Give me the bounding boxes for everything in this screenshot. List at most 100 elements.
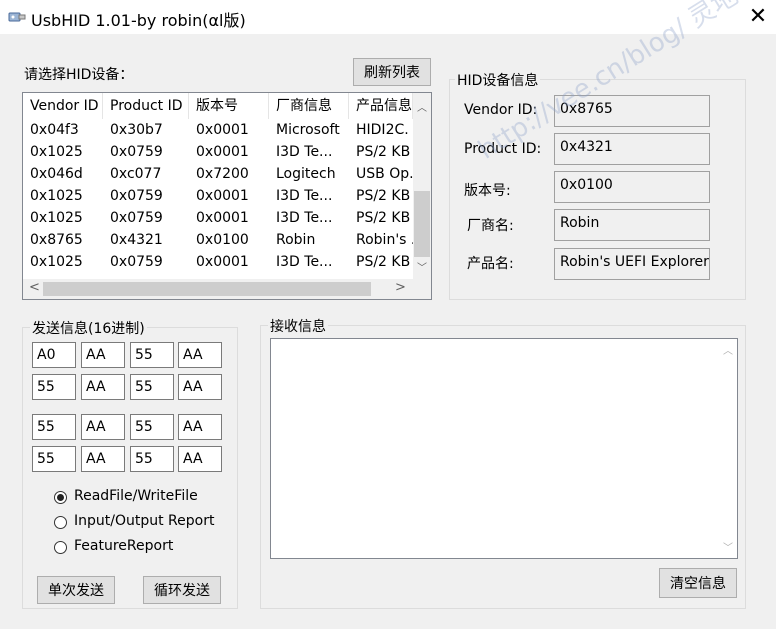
table-cell: 0x1025 bbox=[30, 144, 83, 160]
table-cell: Logitech bbox=[276, 166, 336, 182]
radio-unselected-icon[interactable] bbox=[54, 516, 67, 529]
window-title: UsbHID 1.01-by robin(αl版) bbox=[31, 11, 246, 30]
table-cell: 0x0001 bbox=[196, 210, 249, 226]
scroll-up-icon[interactable]: ︿ bbox=[417, 99, 427, 114]
table-cell: 0x1025 bbox=[30, 210, 83, 226]
hex-byte-input[interactable]: AA bbox=[178, 374, 222, 400]
table-row[interactable]: 0x1025 0x0759 0x0001 I3D Te... PS/2 KB bbox=[23, 185, 413, 207]
column-header-product-info[interactable]: 产品信息 bbox=[349, 93, 413, 119]
vendor-name-value: Robin bbox=[554, 209, 710, 241]
table-cell: PS/2 KB bbox=[356, 144, 411, 160]
hex-byte-input[interactable]: AA bbox=[81, 342, 125, 368]
product-id-value: 0x4321 bbox=[554, 133, 710, 165]
table-row[interactable]: 0x1025 0x0759 0x0001 I3D Te... PS/2 KB bbox=[23, 141, 413, 163]
scroll-left-icon[interactable]: < bbox=[29, 280, 40, 295]
table-cell: I3D Te... bbox=[276, 254, 333, 270]
table-cell: Microsoft bbox=[276, 122, 340, 138]
hex-byte-input[interactable]: AA bbox=[178, 414, 222, 440]
hex-byte-input[interactable]: 55 bbox=[32, 414, 76, 440]
loop-send-button[interactable]: 循环发送 bbox=[143, 576, 221, 604]
scroll-up-icon[interactable]: ︿ bbox=[723, 342, 733, 357]
table-cell: 0x4321 bbox=[110, 232, 163, 248]
table-row[interactable]: 0x04f3 0x30b7 0x0001 Microsoft HIDI2C. bbox=[23, 119, 413, 141]
table-cell: USB Op. bbox=[356, 166, 413, 182]
column-header-version[interactable]: 版本号 bbox=[189, 93, 269, 119]
vertical-scroll-thumb[interactable] bbox=[414, 191, 430, 257]
table-row[interactable]: 0x046d 0xc077 0x7200 Logitech USB Op. bbox=[23, 163, 413, 185]
scroll-corner bbox=[413, 279, 431, 299]
device-list[interactable]: Vendor ID Product ID 版本号 厂商信息 产品信息 0x04f… bbox=[22, 92, 432, 300]
mode-readfile-label: ReadFile/WriteFile bbox=[74, 488, 198, 504]
column-header-product-id[interactable]: Product ID bbox=[103, 93, 189, 119]
product-name-label: 产品名: bbox=[467, 256, 514, 272]
column-header-vendor-id[interactable]: Vendor ID bbox=[23, 93, 103, 119]
hex-byte-input[interactable]: 55 bbox=[130, 342, 174, 368]
table-cell: PS/2 KB bbox=[356, 210, 411, 226]
receive-vertical-scrollbar[interactable]: ︿ ﹀ bbox=[719, 339, 737, 558]
vendor-name-label: 厂商名: bbox=[467, 218, 514, 234]
table-cell: 0x30b7 bbox=[110, 122, 163, 138]
table-cell: 0x0001 bbox=[196, 122, 249, 138]
scroll-down-icon[interactable]: ﹀ bbox=[417, 259, 427, 274]
hex-byte-input[interactable]: AA bbox=[81, 414, 125, 440]
hex-byte-input[interactable]: AA bbox=[81, 374, 125, 400]
device-list-vertical-scrollbar[interactable]: ︿ ﹀ bbox=[413, 93, 431, 279]
single-send-button[interactable]: 单次发送 bbox=[37, 576, 115, 604]
table-cell: 0x0001 bbox=[196, 144, 249, 160]
table-cell: Robin's . bbox=[356, 232, 413, 248]
mode-input-output-report-label: Input/Output Report bbox=[74, 513, 215, 529]
hex-byte-input[interactable]: A0 bbox=[32, 342, 76, 368]
radio-selected-icon[interactable] bbox=[54, 491, 67, 504]
column-header-vendor-info[interactable]: 厂商信息 bbox=[269, 93, 349, 119]
table-cell: Robin bbox=[276, 232, 316, 248]
table-cell: 0x0759 bbox=[110, 188, 163, 204]
hex-byte-input[interactable]: 55 bbox=[130, 374, 174, 400]
hex-byte-input[interactable]: 55 bbox=[32, 374, 76, 400]
receive-content bbox=[271, 339, 737, 347]
table-cell: 0x1025 bbox=[30, 188, 83, 204]
hex-byte-input[interactable]: 55 bbox=[32, 446, 76, 472]
table-cell: 0x04f3 bbox=[30, 122, 79, 138]
device-info-title: HID设备信息 bbox=[455, 70, 541, 90]
scroll-right-icon[interactable]: > bbox=[395, 280, 406, 295]
table-cell: 0x0100 bbox=[196, 232, 249, 248]
send-title: 发送信息(16进制) bbox=[30, 318, 147, 338]
radio-unselected-icon[interactable] bbox=[54, 541, 67, 554]
table-cell: 0x0759 bbox=[110, 254, 163, 270]
version-label: 版本号: bbox=[464, 183, 511, 199]
close-icon[interactable]: ✕ bbox=[742, 3, 774, 31]
table-cell: PS/2 KB bbox=[356, 254, 411, 270]
table-cell: I3D Te... bbox=[276, 144, 333, 160]
horizontal-scroll-thumb[interactable] bbox=[43, 282, 371, 296]
table-cell: 0x0759 bbox=[110, 144, 163, 160]
table-cell: 0x0759 bbox=[110, 210, 163, 226]
hex-byte-input[interactable]: AA bbox=[178, 342, 222, 368]
table-cell: HIDI2C. bbox=[356, 122, 409, 138]
refresh-list-button[interactable]: 刷新列表 bbox=[353, 58, 431, 86]
table-row[interactable]: 0x8765 0x4321 0x0100 Robin Robin's . bbox=[23, 229, 413, 251]
device-list-horizontal-scrollbar[interactable]: < > bbox=[23, 279, 413, 299]
table-cell: 0xc077 bbox=[110, 166, 162, 182]
hex-byte-input[interactable]: 55 bbox=[130, 414, 174, 440]
table-cell: 0x8765 bbox=[30, 232, 83, 248]
table-cell: 0x046d bbox=[30, 166, 83, 182]
table-row[interactable]: 0x1025 0x0759 0x0001 I3D Te... PS/2 KB bbox=[23, 207, 413, 229]
table-row[interactable]: 0x1025 0x0759 0x0001 I3D Te... PS/2 KB bbox=[23, 251, 413, 273]
table-cell: PS/2 KB bbox=[356, 188, 411, 204]
usb-app-icon bbox=[8, 9, 26, 25]
mode-feature-report-label: FeatureReport bbox=[74, 538, 174, 554]
device-select-label: 请选择HID设备： bbox=[24, 67, 134, 83]
device-list-header: Vendor ID Product ID 版本号 厂商信息 产品信息 bbox=[23, 93, 413, 119]
table-cell: I3D Te... bbox=[276, 188, 333, 204]
table-cell: 0x7200 bbox=[196, 166, 249, 182]
table-cell: 0x1025 bbox=[30, 254, 83, 270]
hex-byte-input[interactable]: AA bbox=[178, 446, 222, 472]
scroll-down-icon[interactable]: ﹀ bbox=[723, 539, 733, 554]
clear-info-button[interactable]: 清空信息 bbox=[659, 568, 737, 598]
table-cell: 0x0001 bbox=[196, 188, 249, 204]
table-cell: 0x0001 bbox=[196, 254, 249, 270]
hex-byte-input[interactable]: AA bbox=[81, 446, 125, 472]
receive-textarea[interactable]: ︿ ﹀ bbox=[270, 338, 738, 559]
product-name-value: Robin's UEFI Explorer bbox=[554, 248, 710, 280]
hex-byte-input[interactable]: 55 bbox=[130, 446, 174, 472]
